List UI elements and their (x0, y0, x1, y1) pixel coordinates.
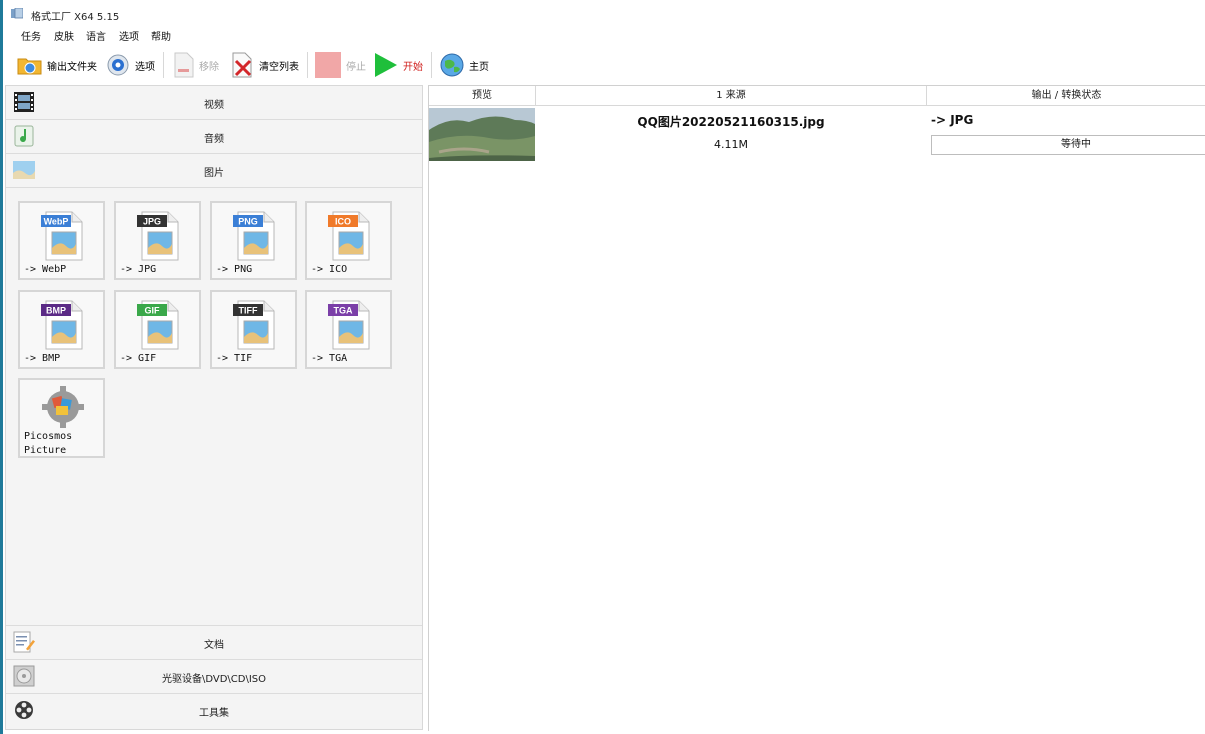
jpg-file-icon: JPG (137, 211, 179, 261)
output-folder-label: 输出文件夹 (47, 61, 97, 73)
format-button-label: -> ICO (311, 264, 348, 275)
menu-task[interactable]: 任务 (21, 28, 41, 43)
menu-bar: 任务 皮肤 语言 选项 帮助 (3, 26, 1205, 44)
stop-button[interactable]: 停止 (314, 50, 366, 80)
options-button[interactable]: 选项 (105, 50, 155, 80)
toolbar-separator (307, 52, 308, 78)
output-format: -> JPG (931, 113, 974, 127)
format-grid: WebP -> WebP JPG -> JPG PNG -> PNG ICO -> ICO BM… (6, 188, 422, 625)
play-icon (375, 53, 397, 77)
format-button-label: -> PNG (216, 264, 253, 275)
format-badge-text: GIF (145, 306, 161, 316)
remove-label: 移除 (199, 61, 219, 73)
window-title: 格式工厂 X64 5.15 (31, 12, 120, 23)
format-button-webp[interactable]: WebP -> WebP (18, 201, 105, 280)
format-button-label: -> TGA (311, 353, 348, 364)
category-document[interactable]: 文档 (6, 625, 422, 660)
home-button[interactable]: 主页 (439, 50, 489, 80)
preview-thumbnail (429, 108, 535, 161)
home-label: 主页 (469, 61, 489, 73)
toolbar-separator (163, 52, 164, 78)
format-button-bmp[interactable]: BMP -> BMP (18, 290, 105, 369)
format-badge-text: JPG (143, 217, 161, 227)
format-button-tiff[interactable]: TIFF -> TIF (210, 290, 297, 369)
stop-icon (315, 52, 341, 78)
category-audio-label: 音频 (204, 134, 224, 145)
title-bar: 格式工厂 X64 5.15 (3, 0, 1205, 26)
column-header-preview[interactable]: 预览 (429, 86, 536, 106)
menu-skin[interactable]: 皮肤 (54, 28, 74, 43)
category-tools[interactable]: 工具集 (6, 694, 422, 727)
gif-file-icon: GIF (137, 300, 179, 350)
category-image-label: 图片 (204, 168, 224, 179)
options-label: 选项 (135, 61, 155, 73)
window-left-border (0, 0, 3, 734)
format-button-jpg[interactable]: JPG -> JPG (114, 201, 201, 280)
category-panel: 视频 音频 图片 WebP -> WebP JPG -> JPG PNG -> PNG IC… (5, 85, 423, 730)
clear-list-icon (232, 52, 252, 78)
ico-file-icon: ICO (328, 211, 370, 261)
globe-icon (440, 53, 464, 77)
format-badge-text: BMP (46, 306, 66, 316)
category-audio[interactable]: 音频 (6, 120, 422, 154)
format-button-label: -> JPG (120, 264, 157, 275)
category-document-label: 文档 (204, 640, 224, 651)
format-button-ico[interactable]: ICO -> ICO (305, 201, 392, 280)
stop-label: 停止 (346, 61, 366, 73)
clear-list-button[interactable]: 清空列表 (231, 50, 299, 80)
category-tools-label: 工具集 (199, 708, 229, 719)
start-label: 开始 (403, 61, 423, 73)
png-file-icon: PNG (233, 211, 275, 261)
format-button-label: -> WebP (24, 264, 67, 275)
tiff-file-icon: TIFF (233, 300, 275, 350)
bmp-file-icon: BMP (41, 300, 83, 350)
format-badge-text: ICO (335, 217, 351, 227)
folder-icon (17, 58, 42, 75)
options-gear-icon (107, 54, 129, 76)
menu-language[interactable]: 语言 (86, 28, 106, 43)
file-list: 预览 1 来源 输出 / 转换状态 QQ图片20220521160315.jpg… (428, 85, 1205, 731)
webp-file-icon: WebP (41, 211, 83, 261)
category-video[interactable]: 视频 (6, 86, 422, 120)
category-optical-label: 光驱设备\DVD\CD\ISO (161, 674, 267, 685)
clear-list-label: 清空列表 (259, 61, 299, 73)
start-button[interactable]: 开始 (373, 50, 423, 80)
picosmos-picture-label: Picosmos Picture (24, 431, 73, 456)
format-button-tga[interactable]: TGA -> TGA (305, 290, 392, 369)
remove-document-icon (174, 52, 194, 78)
format-badge-text: TIFF (239, 306, 258, 316)
tga-file-icon: TGA (328, 300, 370, 350)
picosmos-gear-icon (42, 386, 84, 428)
format-badge-text: TGA (334, 306, 353, 316)
app-icon (11, 8, 23, 19)
toolbar-separator (431, 52, 432, 78)
status-progress-box: 等待中 (931, 135, 1205, 155)
picosmos-picture-button[interactable]: Picosmos Picture (18, 378, 105, 458)
toolbar: 输出文件夹 选项 移除 清空列表 停止 开始 主页 (3, 46, 1205, 84)
format-button-gif[interactable]: GIF -> GIF (114, 290, 201, 369)
format-button-label: -> TIF (216, 353, 253, 364)
remove-button[interactable]: 移除 (173, 50, 219, 80)
source-filesize: 4.11M (714, 138, 748, 151)
source-filename: QQ图片20220521160315.jpg (637, 115, 825, 129)
column-header-status[interactable]: 输出 / 转换状态 (927, 86, 1205, 106)
menu-help[interactable]: 帮助 (151, 28, 171, 43)
format-badge-text: WebP (44, 217, 69, 227)
output-folder-button[interactable]: 输出文件夹 (17, 50, 97, 80)
category-video-label: 视频 (204, 100, 224, 111)
column-header-source[interactable]: 1 来源 (536, 86, 927, 106)
format-button-png[interactable]: PNG -> PNG (210, 201, 297, 280)
format-badge-text: PNG (238, 217, 258, 227)
category-image[interactable]: 图片 (6, 154, 422, 188)
format-button-label: -> GIF (120, 353, 157, 364)
format-button-label: -> BMP (24, 353, 61, 364)
menu-options[interactable]: 选项 (119, 28, 139, 43)
category-optical[interactable]: 光驱设备\DVD\CD\ISO (6, 660, 422, 694)
